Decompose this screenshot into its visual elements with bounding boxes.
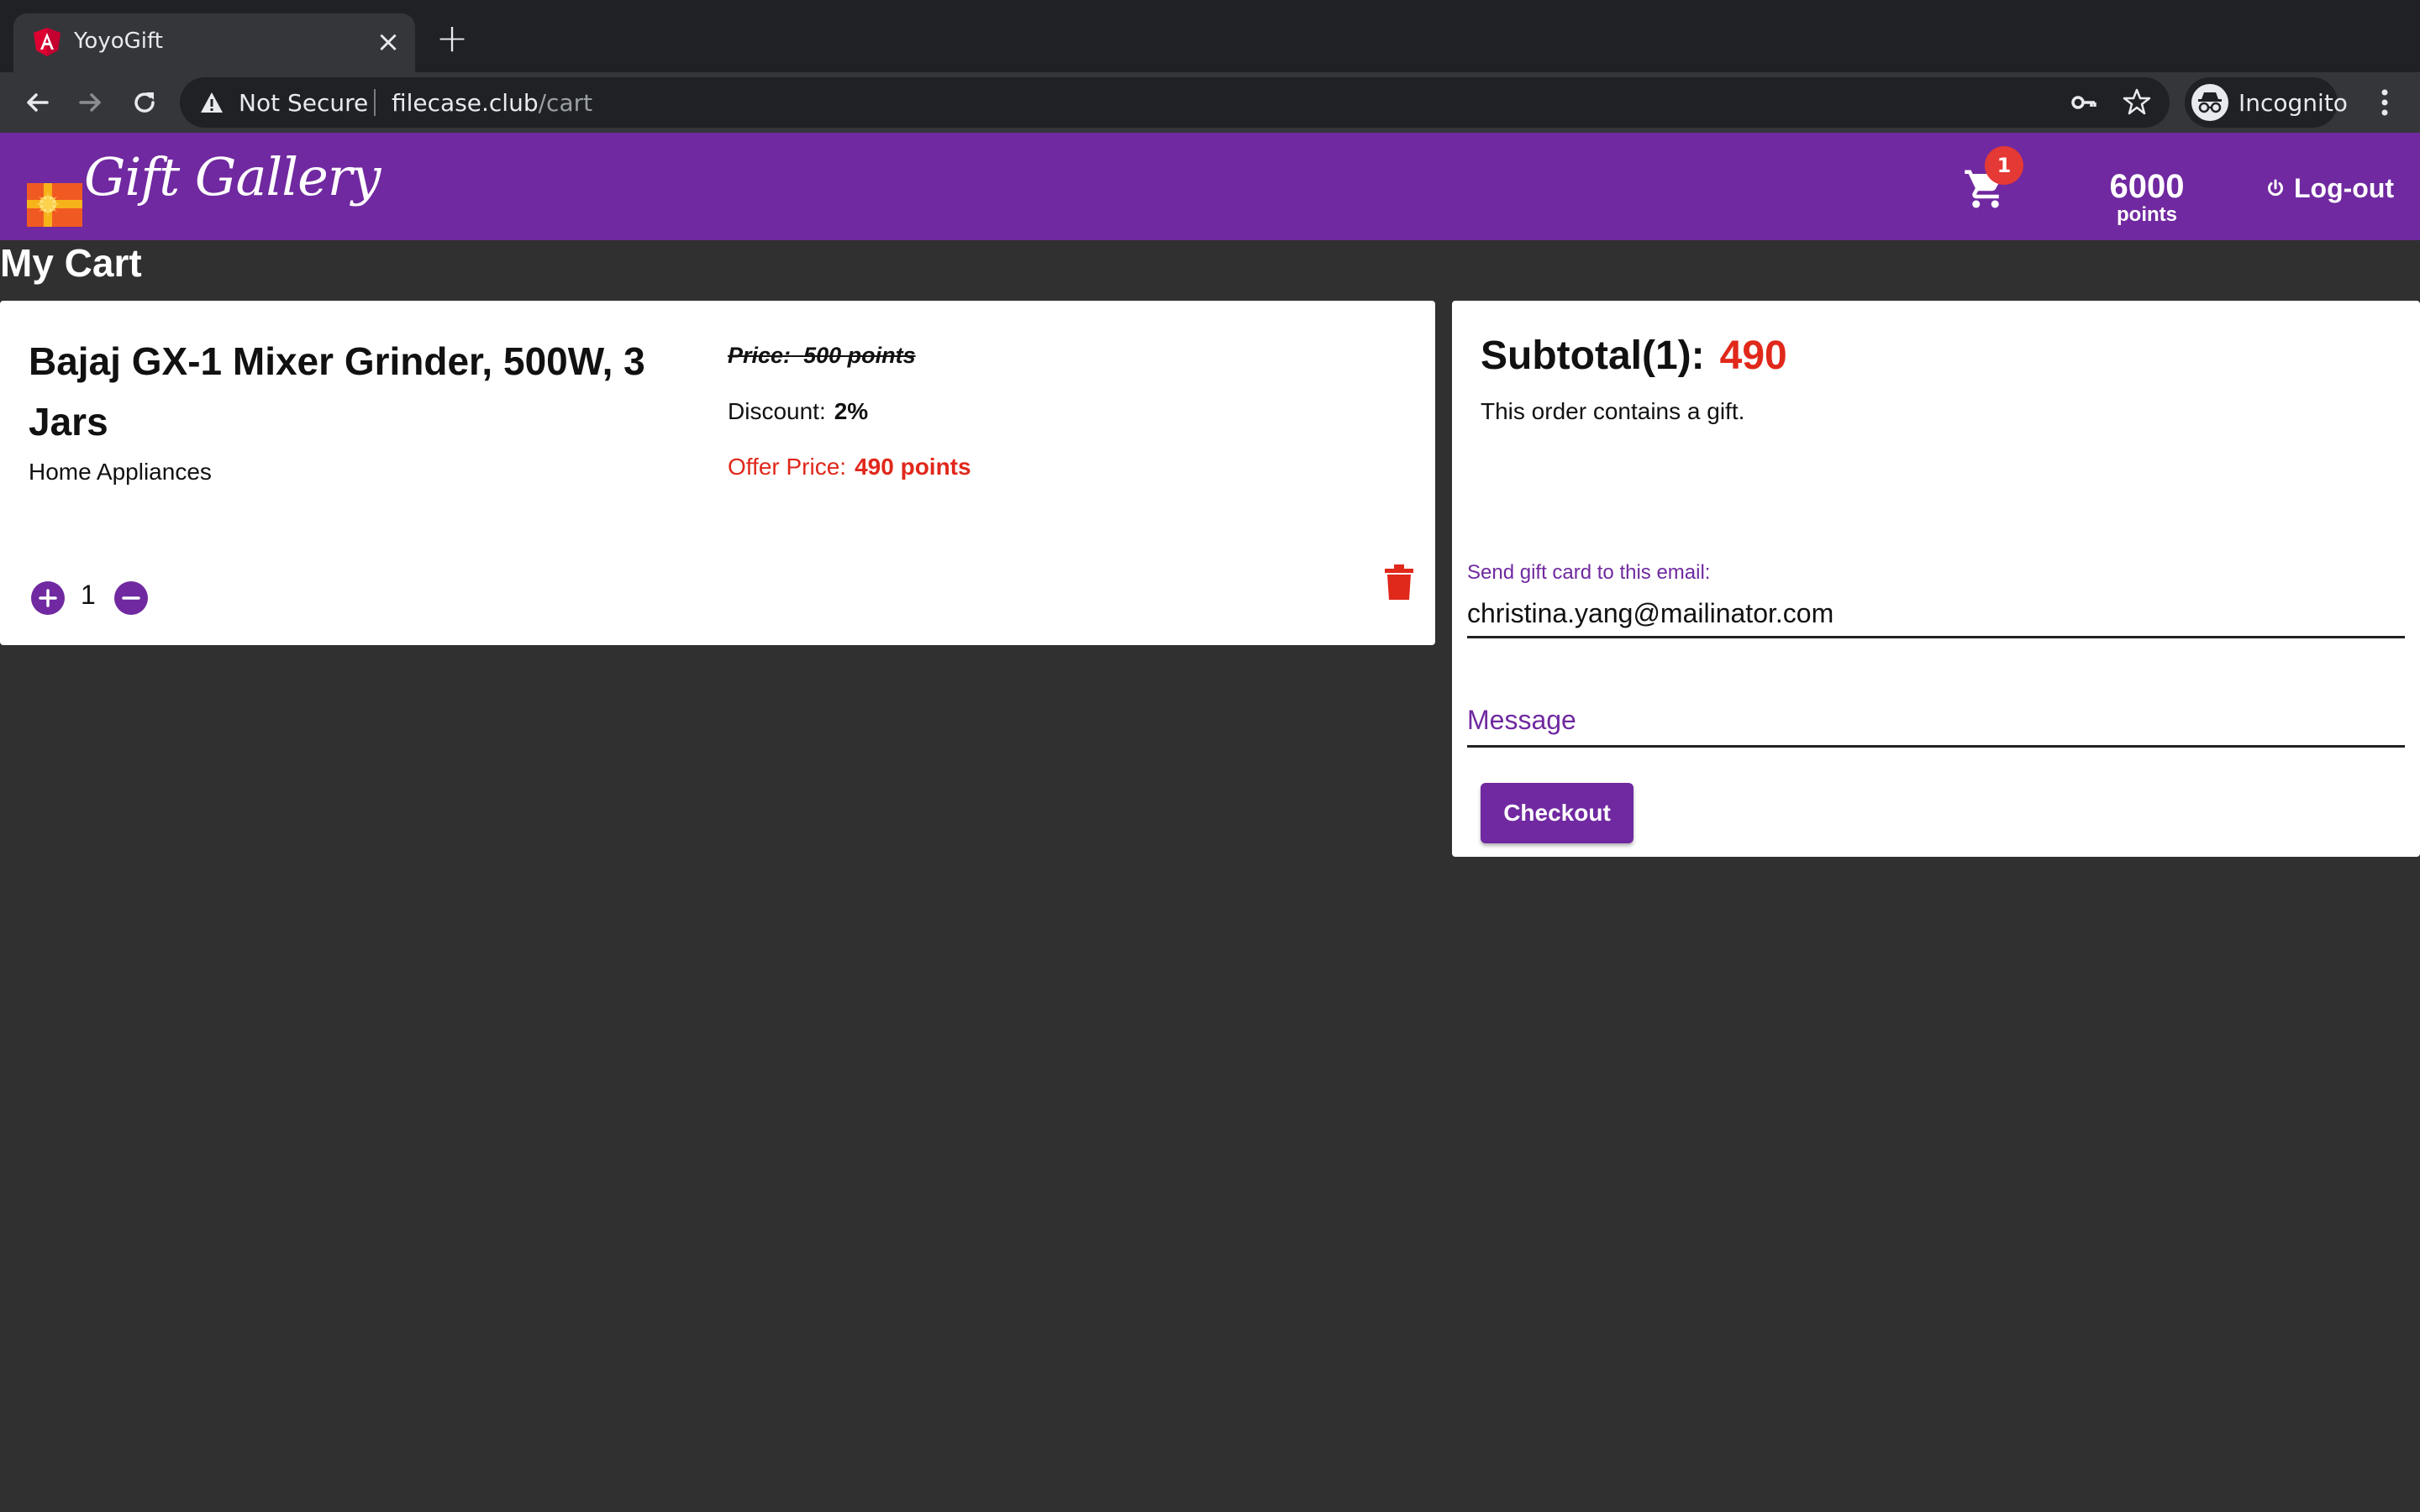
remove-circle-icon[interactable] — [114, 581, 148, 615]
original-price: Price: 500 points — [728, 343, 916, 369]
discount-value: 2% — [834, 398, 869, 424]
discount-label: Discount: — [728, 398, 826, 424]
subtotal-label: Subtotal(1): — [1481, 333, 1705, 378]
plus-icon[interactable]: + — [435, 18, 469, 57]
gift-note: This order contains a gift. — [1481, 398, 1745, 424]
points-value: 6000 — [2109, 168, 2185, 205]
offer-label: Offer Price: — [728, 454, 847, 480]
forward-arrow-icon[interactable] — [72, 84, 109, 121]
page-title: My Cart — [0, 241, 142, 285]
quantity-value: 1 — [81, 580, 96, 610]
browser-toolbar: Not Secure filecase.club/cart Incognito — [0, 72, 2420, 133]
product-category: Home Appliances — [29, 459, 212, 485]
discount: Discount: 2% — [728, 398, 868, 425]
gift-box-icon[interactable] — [27, 183, 82, 227]
price-value: 500 points — [803, 343, 916, 368]
cart-item-card: Bajaj GX-1 Mixer Grinder, 500W, 3 Jars H… — [0, 301, 1435, 645]
subtotal: Subtotal(1): 490 — [1481, 333, 1787, 379]
incognito-icon — [2191, 84, 2228, 121]
app-header: Gift Gallery 1 6000 points Log-out — [0, 133, 2420, 240]
url-path: /cart — [538, 89, 593, 117]
url-host: filecase.club — [392, 89, 539, 117]
subtotal-value: 490 — [1719, 333, 1787, 378]
trash-icon[interactable] — [1385, 564, 1413, 600]
warning-icon — [201, 92, 223, 113]
price-label: Price: — [728, 343, 792, 368]
reload-icon[interactable] — [126, 84, 163, 121]
offer-value: 490 points — [855, 454, 971, 480]
back-arrow-icon[interactable] — [18, 84, 55, 121]
star-icon[interactable] — [2123, 87, 2151, 116]
message-field[interactable] — [1467, 696, 2405, 748]
brand-logo-text[interactable]: Gift Gallery — [84, 146, 381, 207]
address-separator — [374, 89, 376, 116]
incognito-label: Incognito — [2238, 89, 2348, 117]
kebab-menu-icon[interactable] — [2370, 84, 2400, 121]
incognito-profile-button[interactable]: Incognito — [2185, 77, 2348, 128]
security-label[interactable]: Not Secure — [239, 89, 368, 117]
logout-button[interactable]: Log-out — [2265, 171, 2394, 205]
tab-title: YoyoGift — [74, 29, 163, 54]
url-text[interactable]: filecase.club/cart — [392, 89, 592, 117]
add-circle-icon[interactable] — [31, 581, 65, 615]
order-summary-card: Subtotal(1): 490 This order contains a gi… — [1452, 301, 2420, 857]
address-bar[interactable]: Not Secure filecase.club/cart — [180, 77, 2170, 128]
close-icon[interactable]: × — [373, 28, 403, 58]
email-field-label: Send gift card to this email: — [1467, 561, 1711, 584]
points-label: points — [2117, 203, 2177, 226]
power-icon — [2268, 179, 2283, 197]
cart-count-badge: 1 — [1985, 146, 2023, 185]
gift-email-field[interactable] — [1467, 591, 2405, 638]
product-name: Bajaj GX-1 Mixer Grinder, 500W, 3 Jars — [29, 339, 645, 444]
checkout-button[interactable]: Checkout — [1481, 783, 1634, 843]
logout-label: Log-out — [2294, 172, 2395, 203]
browser-tab[interactable]: YoyoGift × — [13, 13, 415, 72]
offer-price: Offer Price: 490 points — [728, 454, 971, 480]
browser-tabstrip: YoyoGift × + — [0, 0, 2420, 72]
angular-favicon-icon — [34, 28, 60, 56]
key-icon[interactable] — [2070, 89, 2097, 116]
